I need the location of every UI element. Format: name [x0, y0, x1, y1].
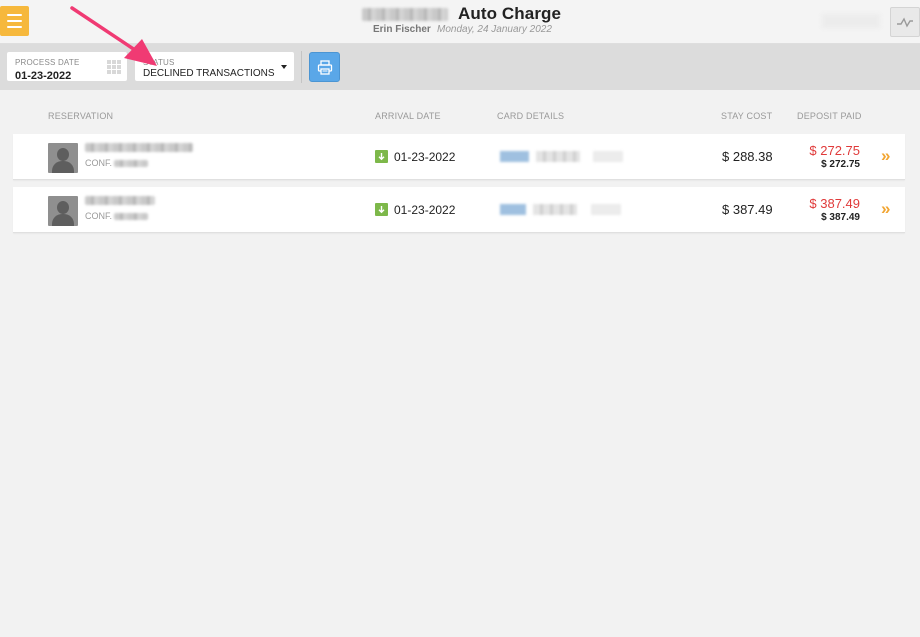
stay-cost: $ 288.38 — [722, 149, 773, 164]
card-type-redacted — [500, 151, 529, 162]
arrival-date: 01-23-2022 — [394, 150, 456, 164]
card-number-redacted — [533, 204, 577, 215]
avatar — [48, 143, 78, 173]
table-row[interactable]: CONF. 01-23-2022 $ 387.49 $ 387.49 $ 387… — [13, 187, 905, 233]
avatar — [48, 196, 78, 226]
divider — [301, 51, 302, 83]
double-chevron-right-icon[interactable]: » — [881, 146, 890, 166]
guest-name-redacted — [85, 143, 193, 152]
page-title: Auto Charge — [458, 4, 562, 23]
conf-number-redacted — [114, 160, 148, 167]
deposit-paid: $ 272.75 — [809, 143, 860, 158]
column-header-reservation: RESERVATION — [48, 111, 114, 121]
process-date-label: PROCESS DATE — [15, 58, 80, 67]
column-header-deposit-paid: DEPOSIT PAID — [797, 111, 862, 121]
print-button[interactable] — [309, 52, 340, 82]
conf-number-redacted — [114, 213, 148, 220]
deposit-paid-sub: $ 387.49 — [821, 212, 860, 223]
card-number-redacted — [536, 151, 580, 162]
deposit-paid: $ 387.49 — [809, 196, 860, 211]
annotation-arrow — [70, 6, 157, 66]
double-chevron-right-icon[interactable]: » — [881, 199, 890, 219]
arrow-down-icon — [375, 203, 388, 216]
app-header: Auto Charge Erin Fischer Monday, 24 Janu… — [0, 0, 920, 44]
activity-icon — [897, 17, 913, 28]
card-type-redacted — [500, 204, 526, 215]
arrival-date: 01-23-2022 — [394, 203, 456, 217]
guest-name-redacted — [85, 196, 155, 205]
card-expiry-redacted — [593, 151, 623, 162]
conf-label: CONF. — [85, 158, 112, 168]
deposit-paid-sub: $ 272.75 — [821, 159, 860, 170]
status-label: STATUS — [143, 58, 175, 67]
business-date: Monday, 24 January 2022 — [437, 24, 552, 35]
chevron-down-icon — [281, 65, 287, 69]
process-date-field[interactable]: PROCESS DATE 01-23-2022 — [7, 52, 127, 82]
conf-label: CONF. — [85, 211, 112, 221]
stay-cost: $ 387.49 — [722, 202, 773, 217]
filter-bar: PROCESS DATE 01-23-2022 STATUS DECLINED … — [0, 44, 920, 90]
print-icon — [317, 59, 332, 75]
table-row[interactable]: CONF. 01-23-2022 $ 288.38 $ 272.75 $ 272… — [13, 134, 905, 180]
activity-button[interactable] — [890, 7, 920, 37]
hamburger-icon — [7, 14, 22, 16]
column-header-card-details: CARD DETAILS — [497, 111, 565, 121]
redacted-area — [822, 14, 880, 28]
status-select[interactable]: STATUS DECLINED TRANSACTIONS — [135, 52, 294, 81]
process-date-value: 01-23-2022 — [15, 70, 72, 82]
menu-button[interactable] — [0, 6, 29, 36]
user-name: Erin Fischer — [373, 24, 431, 35]
arrow-down-icon — [375, 150, 388, 163]
column-header-stay-cost: STAY COST — [721, 111, 773, 121]
column-header-arrival-date: ARRIVAL DATE — [375, 111, 441, 121]
status-value: DECLINED TRANSACTIONS — [143, 68, 275, 79]
calendar-icon[interactable] — [107, 60, 121, 74]
hotel-name-redacted — [362, 8, 448, 21]
card-expiry-redacted — [591, 204, 621, 215]
